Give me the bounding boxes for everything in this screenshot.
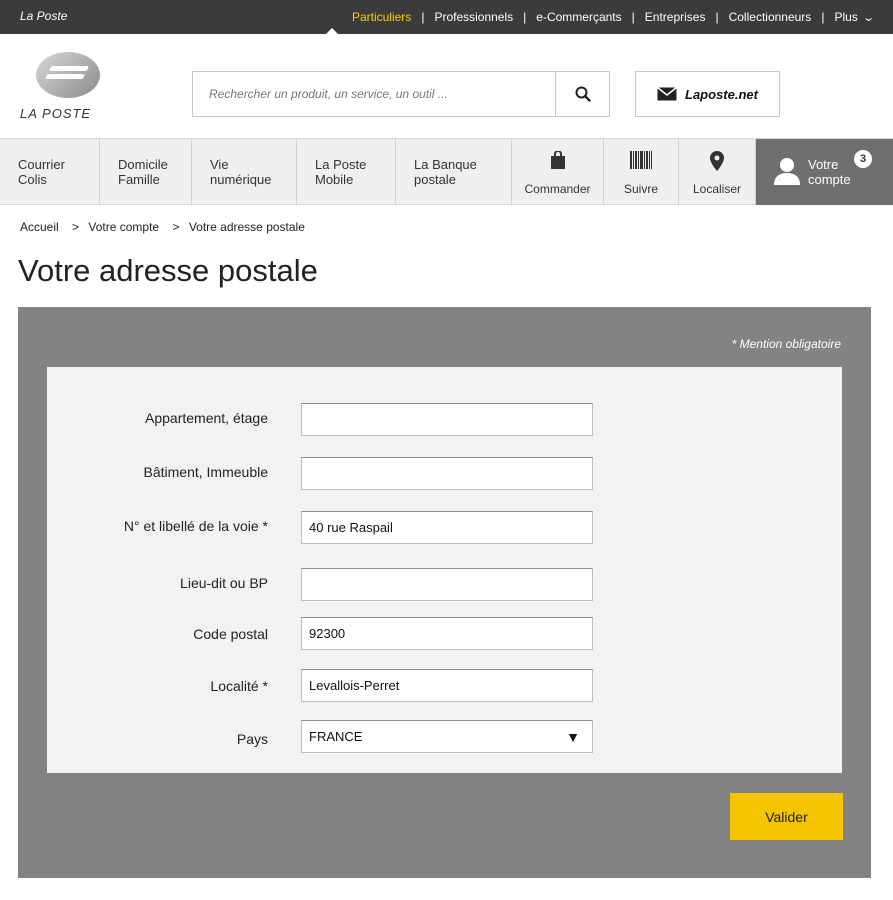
nav-localiser[interactable]: Localiser (679, 139, 756, 205)
la-poste-logo[interactable]: LA POSTE (20, 48, 110, 128)
breadcrumb-current: Votre adresse postale (188, 220, 305, 234)
label-appartement: Appartement, étage (145, 410, 268, 426)
appartement-field[interactable] (301, 403, 593, 436)
nav-vie-numerique[interactable]: Vie numérique (192, 139, 297, 205)
laposte-net-button[interactable]: Laposte.net (635, 71, 780, 117)
logo-mark-icon (36, 52, 100, 98)
nav-domicile-famille[interactable]: Domicile Famille (100, 139, 192, 205)
code-postal-field[interactable]: 92300 (301, 617, 593, 650)
nav-la-banque-postale[interactable]: La Banque postale (396, 139, 512, 205)
mail-icon (657, 87, 677, 101)
search-box (192, 71, 610, 117)
lieu-dit-field[interactable] (301, 568, 593, 601)
topnav-professionnels[interactable]: Professionnels (424, 10, 523, 24)
localite-field[interactable]: Levallois-Perret (301, 669, 593, 702)
brand-label: La Poste (20, 9, 68, 23)
user-icon (774, 158, 800, 185)
barcode-icon (630, 151, 652, 169)
address-form: Appartement, étage Bâtiment, Immeuble N°… (47, 367, 842, 773)
voie-field[interactable]: 40 rue Raspail (301, 511, 593, 544)
logo-text: LA POSTE (20, 106, 92, 121)
label-localite: Localité * (210, 678, 268, 694)
top-bar: La Poste Particuliers | Professionnels |… (0, 0, 893, 34)
chevron-down-icon: ⌄ (861, 12, 875, 24)
location-pin-icon (710, 151, 724, 171)
nav-votre-compte[interactable]: Votre compte 3 (756, 139, 893, 205)
notification-badge: 3 (854, 150, 872, 168)
shopping-bag-icon (550, 151, 565, 169)
nav-la-poste-mobile[interactable]: La Poste Mobile (297, 139, 396, 205)
validate-button[interactable]: Valider (730, 793, 843, 840)
nav-commander[interactable]: Commander (512, 139, 604, 205)
breadcrumb-votre-compte[interactable]: Votre compte (88, 220, 159, 234)
label-voie: N° et libellé de la voie * (123, 518, 268, 534)
main-nav: Courrier Colis Domicile Famille Vie numé… (0, 138, 893, 205)
nav-courrier-colis[interactable]: Courrier Colis (0, 139, 100, 205)
breadcrumb-separator: > (72, 220, 80, 234)
search-input[interactable] (193, 72, 555, 116)
dropdown-arrow-icon: ▼ (566, 729, 580, 745)
topnav-entreprises[interactable]: Entreprises (635, 10, 716, 24)
label-lieu-dit: Lieu-dit ou BP (180, 575, 268, 591)
page-title: Votre adresse postale (18, 253, 318, 288)
topnav-particuliers[interactable]: Particuliers (342, 10, 421, 24)
breadcrumb-separator: > (172, 220, 180, 234)
pays-selected-value: FRANCE (309, 729, 363, 744)
topnav-plus[interactable]: Plus ⌄ (824, 10, 875, 24)
header: LA POSTE Laposte.net (0, 34, 893, 138)
search-button[interactable] (555, 72, 609, 116)
breadcrumb-accueil[interactable]: Accueil (20, 220, 59, 234)
required-mention: * Mention obligatoire (731, 337, 841, 351)
nav-suivre[interactable]: Suivre (604, 139, 679, 205)
breadcrumb: Accueil > Votre compte > Votre adresse p… (20, 220, 309, 234)
batiment-field[interactable] (301, 457, 593, 490)
label-batiment: Bâtiment, Immeuble (143, 464, 269, 480)
address-form-panel: * Mention obligatoire Appartement, étage… (18, 307, 871, 878)
label-code-postal: Code postal (193, 626, 268, 642)
label-pays: Pays (236, 731, 268, 747)
topnav-collectionneurs[interactable]: Collectionneurs (719, 10, 822, 24)
pays-select[interactable]: FRANCE ▼ (301, 720, 593, 753)
search-icon (575, 86, 591, 102)
topnav-ecommercants[interactable]: e-Commerçants (526, 10, 631, 24)
laposte-net-label: Laposte.net (685, 86, 758, 102)
top-nav: Particuliers | Professionnels | e-Commer… (342, 0, 875, 34)
